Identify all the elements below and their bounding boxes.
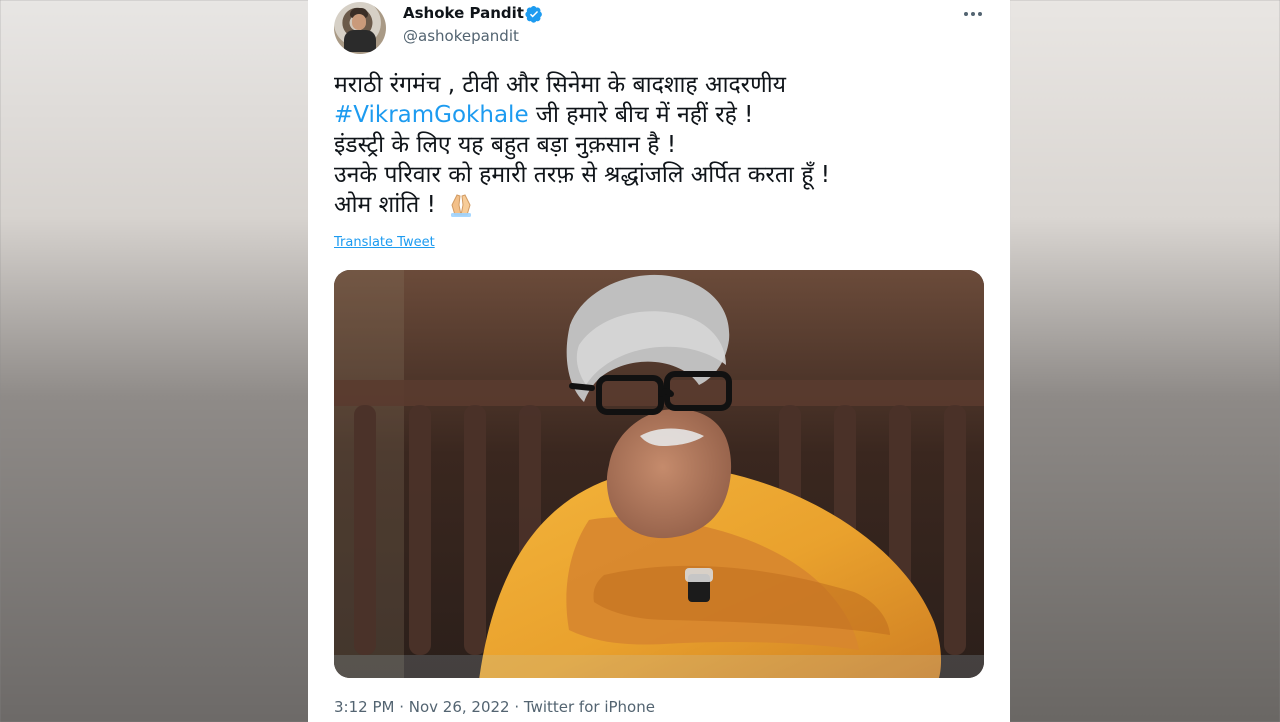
- tweet-line-2: #VikramGokhale जी हमारे बीच में नहीं रहे…: [334, 100, 974, 130]
- avatar-body: [344, 30, 376, 52]
- tweet-line-3: इंडस्ट्री के लिए यह बहुत बड़ा नुक़सान है…: [334, 132, 677, 158]
- author-avatar[interactable]: [334, 2, 386, 54]
- tweet-line-5-text: ओम शांति !: [334, 192, 436, 218]
- hashtag-link[interactable]: #VikramGokhale: [334, 102, 529, 128]
- verified-badge-icon: [525, 6, 542, 23]
- background-left: [0, 0, 310, 722]
- tweet-photo[interactable]: [334, 270, 984, 678]
- folded-hands-icon: [451, 194, 472, 217]
- tweet-line-5: ओम शांति !: [334, 190, 974, 220]
- more-options-button[interactable]: [956, 2, 990, 26]
- author-handle[interactable]: @ashokepandit: [403, 27, 519, 45]
- translate-tweet-link[interactable]: Translate Tweet: [334, 235, 435, 250]
- tweet-line-4: उनके परिवार को हमारी तरफ़ से श्रद्धांजलि…: [334, 162, 830, 188]
- avatar-face: [352, 14, 366, 30]
- tweet-footer-meta: 3:12 PM · Nov 26, 2022 · Twitter for iPh…: [334, 698, 655, 716]
- portrait-image: [334, 270, 984, 678]
- author-name[interactable]: Ashoke Pandit: [403, 4, 524, 22]
- tweet-text: मराठी रंगमंच , टीवी और सिनेमा के बादशाह …: [334, 70, 974, 220]
- tweet-line-2-text: जी हमारे बीच में नहीं रहे !: [535, 102, 754, 128]
- background-right: [1010, 0, 1280, 722]
- more-horizontal-icon: [964, 12, 982, 16]
- tweet-line-1: मराठी रंगमंच , टीवी और सिनेमा के बादशाह …: [334, 72, 786, 98]
